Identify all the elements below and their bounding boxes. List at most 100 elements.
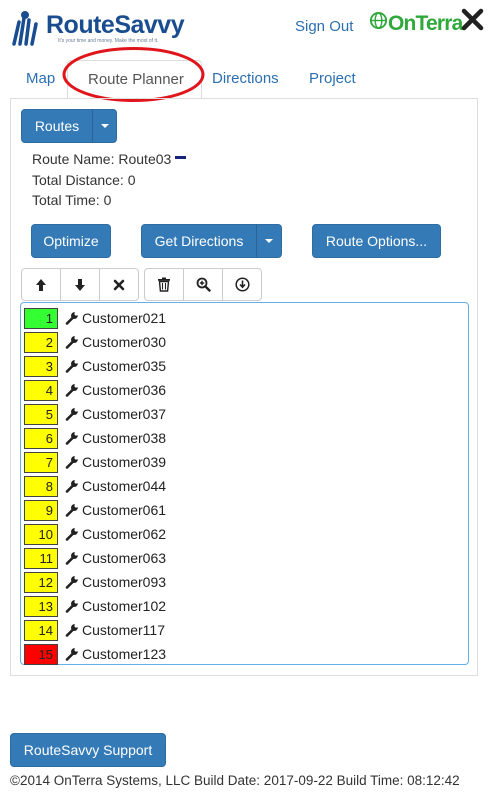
total-distance-value: 0 [127,172,136,188]
wrench-icon[interactable] [65,527,79,541]
remove-icon [113,279,125,290]
stop-row[interactable]: 4 Customer036 [24,379,464,402]
stop-row[interactable]: 1 Customer021 [24,307,464,330]
stop-sequence-number: 2 [24,332,58,353]
trash-icon [158,277,170,292]
wrench-icon[interactable] [65,431,79,445]
wrench-icon[interactable] [65,407,79,421]
stop-row[interactable]: 11 Customer063 [24,547,464,570]
stop-sequence-number: 10 [24,524,58,545]
route-color-swatch [175,156,186,159]
stop-customer-name: Customer093 [82,574,167,590]
stop-customer-name: Customer035 [82,358,167,374]
stop-sequence-number: 8 [24,476,58,497]
routes-button[interactable]: Routes [21,109,93,143]
download-button[interactable] [222,268,262,301]
remove-stop-button[interactable] [99,268,139,301]
tab-route-planner-label: Route Planner [88,71,184,88]
brand-tagline: It's your time and money. Make the most … [58,38,159,44]
stop-customer-name: Customer037 [82,406,167,422]
stop-customer-name: Customer061 [82,502,167,518]
zoom-in-icon [196,277,211,292]
stop-row[interactable]: 12 Customer093 [24,571,464,594]
routes-dropdown-toggle[interactable] [92,109,117,143]
total-distance-row: Total Distance: 0 [32,172,136,188]
total-time-row: Total Time: 0 [32,192,111,208]
stop-row[interactable]: 5 Customer037 [24,403,464,426]
route-options-button[interactable]: Route Options... [312,224,441,258]
total-distance-label: Total Distance: [32,172,124,188]
wrench-icon[interactable] [65,359,79,373]
stop-row[interactable]: 2 Customer030 [24,331,464,354]
stop-sequence-number: 15 [24,644,58,665]
tab-route-planner[interactable]: Route Planner [67,60,202,99]
tab-project[interactable]: Project [309,70,356,87]
move-up-button[interactable] [21,268,61,301]
get-directions-button[interactable]: Get Directions [141,224,257,258]
stop-sequence-number: 1 [24,308,58,329]
stop-customer-name: Customer102 [82,598,167,614]
wrench-icon[interactable] [65,455,79,469]
total-time-label: Total Time: [32,192,100,208]
footer-build-info: ©2014 OnTerra Systems, LLC Build Date: 2… [10,773,460,788]
delete-route-button[interactable] [144,268,184,301]
wrench-icon[interactable] [65,575,79,589]
stop-customer-name: Customer039 [82,454,167,470]
arrow-up-icon [36,278,46,291]
stop-customer-name: Customer063 [82,550,167,566]
brand-name: RouteSavvy [46,11,185,39]
wrench-icon[interactable] [65,335,79,349]
total-time-value: 0 [103,192,112,208]
stop-customer-name: Customer062 [82,526,167,542]
stop-row[interactable]: 9 Customer061 [24,499,464,522]
tab-map[interactable]: Map [26,70,55,87]
wrench-icon[interactable] [65,599,79,613]
route-name-row: Route Name: Route03 [32,151,171,167]
stop-customer-name: Customer036 [82,382,167,398]
stop-sequence-number: 5 [24,404,58,425]
wrench-icon[interactable] [65,623,79,637]
wrench-icon[interactable] [65,551,79,565]
wrench-icon[interactable] [65,503,79,517]
stop-row[interactable]: 14 Customer117 [24,619,464,642]
stop-customer-name: Customer021 [82,310,167,326]
tab-directions[interactable]: Directions [212,70,279,87]
stop-sequence-number: 6 [24,428,58,449]
stop-row[interactable]: 3 Customer035 [24,355,464,378]
onterra-logo: OnTerra [368,10,463,40]
wrench-icon[interactable] [65,647,79,661]
stop-row[interactable]: 13 Customer102 [24,595,464,618]
route-marker-logo-icon [12,11,38,46]
route-name-value: Route03 [118,151,172,167]
close-icon[interactable] [460,7,485,32]
caret-down-icon [100,124,109,128]
optimize-button[interactable]: Optimize [31,224,111,258]
stop-sequence-number: 7 [24,452,58,473]
stop-row[interactable]: 7 Customer039 [24,451,464,474]
get-directions-dropdown-toggle[interactable] [256,224,282,258]
wrench-icon[interactable] [65,479,79,493]
wrench-icon[interactable] [65,311,79,325]
stop-sequence-number: 11 [24,548,58,569]
caret-down-icon [265,239,273,243]
stop-row[interactable]: 15 Customer123 [24,643,464,666]
stop-sequence-number: 4 [24,380,58,401]
stop-sequence-number: 9 [24,500,58,521]
stops-list[interactable]: 1 Customer021 2 Customer030 3 Customer035 4 Cus… [20,302,469,665]
stop-customer-name: Customer123 [82,646,167,662]
wrench-icon[interactable] [65,383,79,397]
globe-icon [369,11,388,30]
sign-out-link[interactable]: Sign Out [295,18,353,35]
partner-name: OnTerra [388,12,463,35]
zoom-to-route-button[interactable] [183,268,223,301]
stop-customer-name: Customer030 [82,334,167,350]
support-button[interactable]: RouteSavvy Support [10,733,166,767]
stop-customer-name: Customer044 [82,478,167,494]
stop-row[interactable]: 8 Customer044 [24,475,464,498]
stop-row[interactable]: 10 Customer062 [24,523,464,546]
stop-customer-name: Customer117 [82,622,166,638]
stop-sequence-number: 14 [24,620,58,641]
stop-row[interactable]: 6 Customer038 [24,427,464,450]
move-down-button[interactable] [60,268,100,301]
stop-customer-name: Customer038 [82,430,167,446]
